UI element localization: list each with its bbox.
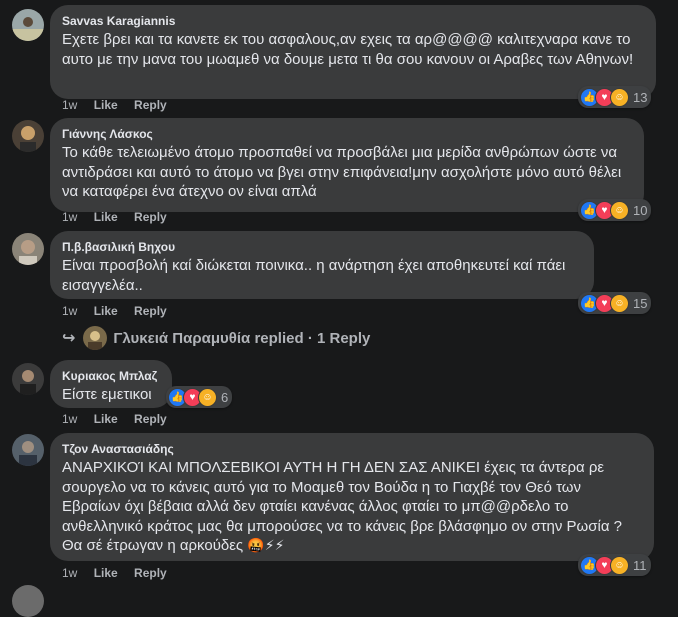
like-button[interactable]: Like: [94, 304, 118, 318]
haha-reaction-icon: ☺: [610, 87, 629, 107]
commenter-name[interactable]: Γιάννης Λάσκος: [62, 126, 632, 142]
separator: ·: [307, 329, 313, 347]
avatar[interactable]: [12, 585, 44, 617]
haha-reaction-icon: ☺: [610, 200, 629, 220]
comment-bubble: Π.β.βασιλική Βηχου Είναι προσβολή καί δι…: [50, 231, 594, 299]
reaction-count: 15: [633, 295, 648, 311]
reply-button[interactable]: Reply: [134, 304, 167, 318]
replier-name: Γλυκειά Παραμυθία: [113, 329, 251, 347]
comment-actions: 1w Like Reply: [62, 411, 180, 427]
commenter-name[interactable]: Savvas Karagiannis: [62, 13, 644, 29]
reaction-summary[interactable]: 👍 ♥ ☺ 13: [578, 86, 652, 108]
reply-button[interactable]: Reply: [134, 98, 167, 112]
comment-actions: 1w Like Reply: [62, 97, 180, 113]
reply-button[interactable]: Reply: [134, 566, 167, 580]
avatar[interactable]: [12, 363, 44, 395]
replied-label: replied: [254, 329, 304, 347]
comment-text: Εχετε βρει και τα κανετε εκ του ασφαλους…: [62, 31, 634, 68]
commenter-name[interactable]: Π.β.βασιλική Βηχου: [62, 239, 582, 255]
comment-text: Το κάθε τελειωμένο άτομο προσπαθεί να πρ…: [62, 144, 622, 200]
like-button[interactable]: Like: [94, 412, 118, 426]
comment-text: Είστε εμετικοι: [62, 386, 152, 403]
comment-bubble: Γιάννης Λάσκος Το κάθε τελειωμένο άτομο …: [50, 118, 644, 212]
replier-avatar: [83, 326, 108, 350]
reaction-count: 11: [633, 557, 647, 573]
comment-text: ΑΝΑΡΧΙΚΟΊ ΚΑΙ ΜΠΟΛΣΕΒΙΚΟΙ ΑΥΤΗ Η ΓΗ ΔΕΝ …: [62, 458, 642, 556]
comment-body: ΑΝΑΡΧΙΚΟΊ ΚΑΙ ΜΠΟΛΣΕΒΙΚΟΙ ΑΥΤΗ Η ΓΗ ΔΕΝ …: [62, 459, 623, 554]
reaction-summary[interactable]: 👍 ♥ ☺ 15: [578, 292, 652, 314]
like-button[interactable]: Like: [94, 210, 118, 224]
comment-bubble: Κυριακος Μπλαζ Είστε εμετικοι: [50, 360, 172, 408]
haha-reaction-icon: ☺: [610, 555, 629, 575]
timestamp[interactable]: 1w: [62, 98, 77, 112]
reaction-summary[interactable]: 👍 ♥ ☺ 10: [578, 199, 652, 221]
view-replies-link[interactable]: ↪ Γλυκειά Παραμυθία replied · 1 Reply: [62, 324, 370, 352]
haha-reaction-icon: ☺: [198, 387, 217, 407]
comment-actions: 1w Like Reply: [62, 209, 180, 225]
reaction-count: 6: [221, 389, 229, 405]
timestamp[interactable]: 1w: [62, 412, 77, 426]
avatar[interactable]: [12, 233, 44, 265]
reaction-count: 13: [633, 89, 648, 105]
avatar[interactable]: [12, 434, 44, 466]
commenter-name[interactable]: Τζον Αναστασιάδης: [62, 441, 642, 457]
avatar[interactable]: [12, 120, 44, 152]
like-button[interactable]: Like: [94, 98, 118, 112]
timestamp[interactable]: 1w: [62, 566, 77, 580]
timestamp[interactable]: 1w: [62, 210, 77, 224]
comment-actions: 1w Like Reply: [62, 565, 180, 581]
reply-button[interactable]: Reply: [134, 210, 167, 224]
haha-reaction-icon: ☺: [610, 293, 629, 313]
emoji-sequence: 🤬⚡⚡: [247, 537, 285, 553]
comment-text: Είναι προσβολή καί διώκεται ποινικα.. η …: [62, 257, 566, 294]
comment-actions: 1w Like Reply: [62, 303, 180, 319]
timestamp[interactable]: 1w: [62, 304, 77, 318]
reaction-summary[interactable]: 👍 ♥ ☺ 11: [578, 554, 651, 576]
like-button[interactable]: Like: [94, 566, 118, 580]
comment-bubble: Savvas Karagiannis Εχετε βρει και τα καν…: [50, 5, 656, 99]
reply-arrow-icon: ↪: [62, 330, 76, 347]
reply-count: 1 Reply: [316, 329, 371, 347]
avatar[interactable]: [12, 9, 44, 41]
comment-bubble: Τζον Αναστασιάδης ΑΝΑΡΧΙΚΟΊ ΚΑΙ ΜΠΟΛΣΕΒΙ…: [50, 433, 654, 561]
reaction-count: 10: [633, 202, 648, 218]
reaction-summary[interactable]: 👍 ♥ ☺ 6: [166, 386, 233, 408]
commenter-name[interactable]: Κυριακος Μπλαζ: [62, 368, 160, 384]
reply-button[interactable]: Reply: [134, 412, 167, 426]
